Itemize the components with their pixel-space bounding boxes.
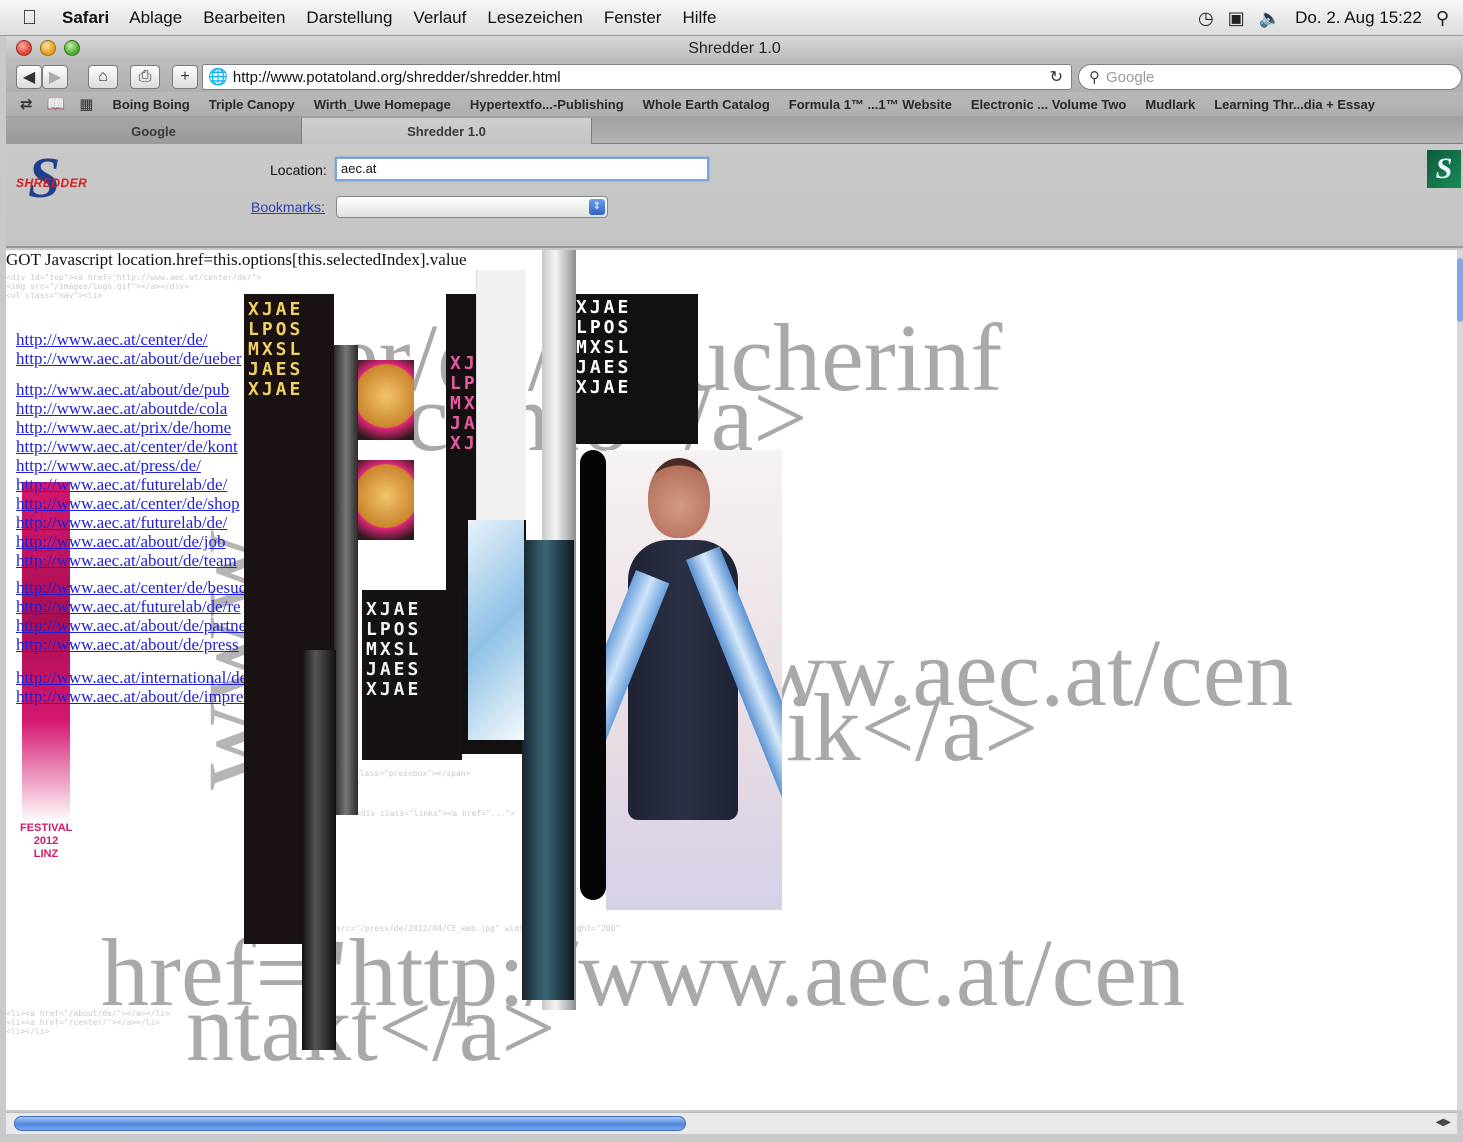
food-photo-shred	[358, 360, 414, 440]
scroll-arrows-icon[interactable]: ◀▶	[1436, 1117, 1451, 1128]
reload-icon[interactable]: ↻	[1050, 67, 1063, 87]
shred-text-6: ntakt</a>	[186, 974, 556, 1081]
shred-text-4: ik</a>	[786, 674, 1039, 781]
bookmarks-link[interactable]: Bookmarks:	[251, 199, 325, 215]
browser-toolbar: ◀ ▶ ⌂ ⎙ + 🌐 http://www.potatoland.org/sh…	[6, 62, 1463, 92]
bookmark-item[interactable]: Hypertextfo...-Publishing	[470, 97, 624, 112]
horizontal-scrollbar[interactable]: ◀▶	[6, 1112, 1457, 1134]
background-noise-text: <div class="links"><a href="...">	[356, 809, 515, 818]
shredder-mini-logo-icon[interactable]: S	[1427, 150, 1461, 188]
forward-arrow-icon: ▶	[48, 69, 62, 86]
spotlight-icon[interactable]: ⚲	[1436, 8, 1449, 29]
dark-bar-shred	[302, 650, 336, 1050]
grid-icon[interactable]: ▦	[79, 95, 93, 113]
forward-button[interactable]: ▶	[42, 65, 68, 89]
menu-bar:  Safari Ablage Bearbeiten Darstellung V…	[0, 0, 1463, 36]
window-title: Shredder 1.0	[688, 40, 781, 57]
bookmark-item[interactable]: Whole Earth Catalog	[643, 97, 770, 112]
light-blue-shred	[468, 520, 524, 740]
bookmark-item[interactable]: Wirth_Uwe Homepage	[314, 97, 451, 112]
status-message: GOT Javascript location.href=this.option…	[6, 250, 467, 269]
globe-icon: 🌐	[208, 69, 228, 86]
print-button[interactable]: ⎙	[130, 65, 160, 89]
search-field[interactable]: ⚲ Google	[1078, 64, 1462, 90]
add-bookmark-button[interactable]: +	[172, 65, 198, 89]
menu-darstellung[interactable]: Darstellung	[306, 8, 392, 28]
vertical-scrollbar[interactable]	[1457, 250, 1463, 1110]
plus-icon: +	[180, 68, 190, 85]
search-icon: ⚲	[1089, 69, 1100, 86]
face-shape	[648, 458, 710, 538]
magazine-caption-image: FESTIVAL 2012 LINZ	[20, 822, 72, 926]
shredder-logo[interactable]: S SHREDDER	[14, 145, 98, 214]
location-label: Location:	[270, 162, 327, 178]
food-photo-shred	[358, 460, 414, 540]
menu-safari[interactable]: Safari	[62, 8, 109, 28]
letter-grid-shred: XJAE LPOS MXSL JAES XJAE	[362, 590, 462, 760]
menu-fenster[interactable]: Fenster	[604, 8, 662, 28]
shredded-page: <div id="top"><a href="http://www.aec.at…	[6, 250, 1457, 1110]
bookmarks-bar: ⇄ 📖 ▦ Boing Boing Triple Canopy Wirth_Uw…	[6, 92, 1463, 116]
menu-lesezeichen[interactable]: Lesezeichen	[487, 8, 582, 28]
bookmark-item[interactable]: Boing Boing	[112, 97, 189, 112]
white-paper-shred	[476, 270, 526, 520]
window-titlebar: Shredder 1.0	[6, 36, 1463, 62]
horizontal-scroll-thumb[interactable]	[14, 1116, 686, 1131]
bookmarks-select[interactable]: ⇕	[336, 196, 608, 218]
bookmark-item[interactable]: Triple Canopy	[209, 97, 295, 112]
search-placeholder: Google	[1106, 68, 1155, 86]
reading-list-icon[interactable]: ⇄	[20, 95, 33, 113]
print-icon: ⎙	[138, 68, 152, 85]
shredder-header: S SHREDDER Location: aec.at Bookmarks: ⇕…	[6, 144, 1463, 248]
bookmark-item[interactable]: Mudlark	[1145, 97, 1195, 112]
menu-verlauf[interactable]: Verlauf	[413, 8, 466, 28]
background-noise-text: <div id="top"><a href="http://www.aec.at…	[6, 273, 262, 300]
home-icon: ⌂	[98, 68, 108, 85]
apple-menu-icon[interactable]: 	[22, 8, 52, 28]
black-disc-shred	[580, 450, 606, 900]
location-input[interactable]: aec.at	[335, 157, 709, 181]
bookmark-item[interactable]: Formula 1™ ...1™ Website	[789, 97, 952, 112]
display-icon[interactable]: ▣	[1228, 8, 1245, 29]
back-arrow-icon: ◀	[22, 69, 36, 86]
teal-column-shred	[522, 540, 574, 1000]
menu-clock[interactable]: Do. 2. Aug 15:22	[1295, 8, 1422, 28]
tab-bar: Google Shredder 1.0	[6, 116, 1463, 144]
bookmark-item[interactable]: Electronic ... Volume Two	[971, 97, 1127, 112]
url-text[interactable]: http://www.potatoland.org/shredder/shred…	[233, 69, 561, 86]
address-bar[interactable]: 🌐 http://www.potatoland.org/shredder/shr…	[202, 64, 1072, 90]
vertical-scroll-thumb[interactable]	[1457, 258, 1463, 322]
tab-shredder[interactable]: Shredder 1.0	[302, 118, 592, 144]
volume-icon[interactable]: 🔈	[1259, 8, 1281, 29]
select-arrows-icon: ⇕	[589, 199, 605, 215]
menu-hilfe[interactable]: Hilfe	[682, 8, 716, 28]
menu-bearbeiten[interactable]: Bearbeiten	[203, 8, 285, 28]
person-photo	[606, 450, 782, 910]
add-to-topsites-button[interactable]: ⌂	[88, 65, 118, 89]
letter-grid-shred: XJAE LPOS MXSL JAES XJAE	[572, 294, 698, 444]
time-machine-icon[interactable]: ◷	[1198, 8, 1214, 29]
menu-ablage[interactable]: Ablage	[129, 8, 182, 28]
tab-google[interactable]: Google	[6, 118, 302, 144]
logo-text: SHREDDER	[16, 176, 88, 190]
book-icon[interactable]: 📖	[47, 95, 66, 113]
bookmark-item[interactable]: Learning Thr...dia + Essay	[1214, 97, 1375, 112]
dark-bar-shred	[334, 345, 358, 815]
back-button[interactable]: ◀	[16, 65, 42, 89]
